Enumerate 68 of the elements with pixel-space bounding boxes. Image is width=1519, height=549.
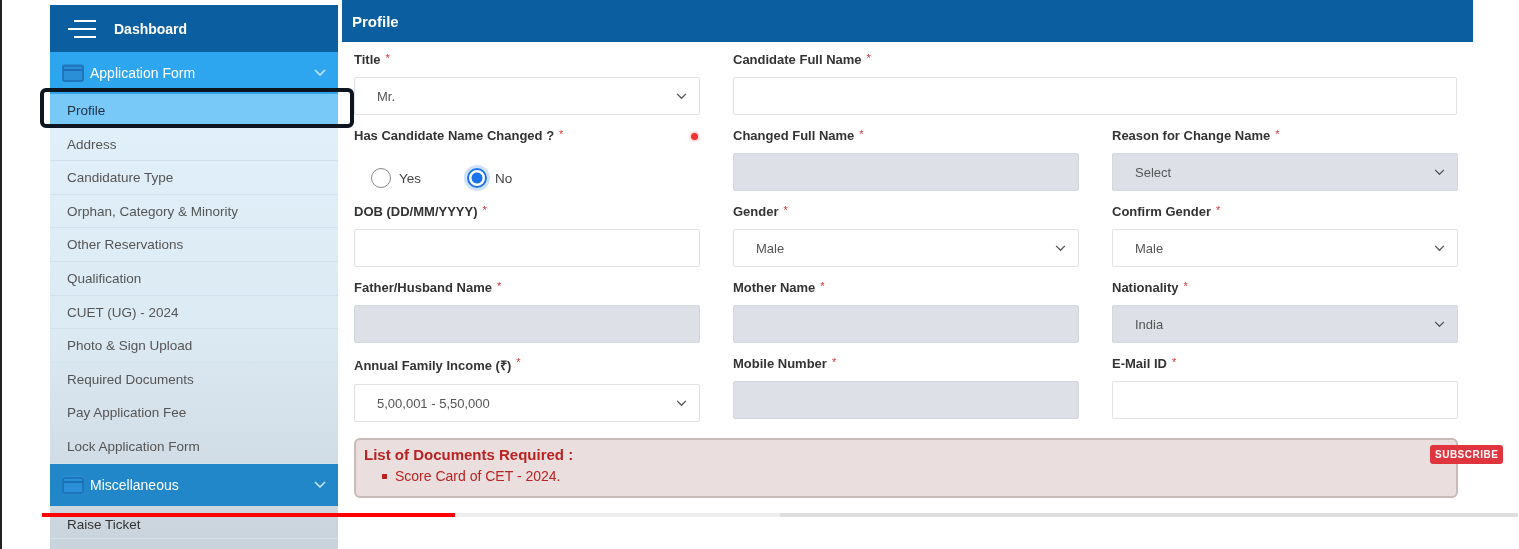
section-title: Profile [352,12,399,30]
subscribe-button[interactable]: SUBSCRIBE [1430,445,1504,464]
required-mark: * [1183,280,1188,292]
menu-icon[interactable] [66,18,98,39]
status-dot-icon [691,133,698,140]
sidebar-item[interactable]: CUET (UG) - 2024 [50,295,338,330]
field-label: Nationality [1112,280,1179,295]
chevron-icon [1434,244,1445,252]
required-mark: * [559,128,564,140]
sidebar-item[interactable]: Other Reservations [50,228,338,262]
required-mark: * [859,128,864,140]
chevron-icon [314,69,326,77]
calendar-icon [62,64,84,82]
field-label: Has Candidate Name Changed ? [354,128,555,143]
chevron-icon [1434,320,1445,328]
document-item: Score Card of CET - 2024. [382,468,1448,484]
select-field[interactable]: Male [1112,229,1458,267]
chevron-icon [676,399,687,407]
field-label: Father/Husband Name [354,280,492,295]
required-mark: * [783,204,788,216]
sidebar-title: Dashboard [114,20,188,37]
field-label: Changed Full Name [733,128,855,143]
required-mark: * [1215,204,1221,216]
required-mark: * [1275,128,1280,140]
field-label: Gender [733,204,779,219]
radio-label: Yes [399,170,422,186]
required-mark: * [820,280,825,292]
field-label: Confirm Gender [1112,204,1211,219]
required-mark: * [516,356,521,368]
field-label: Mother Name [733,280,816,295]
radio-button[interactable] [467,168,488,188]
calendar-icon [62,475,84,494]
required-mark: * [866,52,871,64]
field-label: Title [354,52,381,67]
required-mark: * [831,356,837,368]
field-label: Reason for Change Name [1112,128,1271,143]
sidebar-item[interactable]: Orphan, Category & Minority [50,194,338,229]
required-mark: * [1171,356,1177,368]
sidebar-item[interactable]: Pay Application Fee [50,396,338,430]
select-field[interactable]: Mr. [354,77,700,115]
chevron-icon [1055,244,1066,252]
text-field[interactable] [354,229,700,267]
text-field[interactable] [733,77,1457,115]
sidebar-item[interactable]: Candidature Type [50,161,338,195]
required-mark: * [482,204,487,216]
required-mark: * [385,52,390,64]
field-label: E-Mail ID [1112,356,1167,371]
sidebar-item[interactable]: Lock Application Form [50,429,338,464]
chevron-icon [314,480,326,489]
chevron-icon [676,92,687,100]
sidebar-item[interactable]: Address [50,127,338,162]
text-field[interactable] [1112,381,1458,419]
select-field[interactable]: Male [733,229,1079,267]
field-label: DOB (DD/MM/YYYY) [354,204,478,219]
required-mark: * [497,280,502,292]
sidebar-item[interactable]: Required Documents [50,362,338,397]
field-label: Annual Family Income (₹) [354,357,512,374]
field-label: Candidate Full Name [733,52,862,67]
select-field[interactable]: 5,00,001 - 5,50,000 [354,384,700,422]
progress-bar[interactable] [42,513,1518,517]
sidebar-item[interactable]: Qualification [50,261,338,296]
radio-button[interactable] [371,168,391,188]
documents-title: List of Documents Required : [364,446,574,463]
sidebar-item[interactable]: Photo & Sign Upload [50,329,338,363]
menu-group[interactable]: Miscellaneous [50,463,338,506]
chevron-icon [1434,168,1445,176]
radio-label: No [495,170,513,186]
field-label: Mobile Number [733,356,827,371]
